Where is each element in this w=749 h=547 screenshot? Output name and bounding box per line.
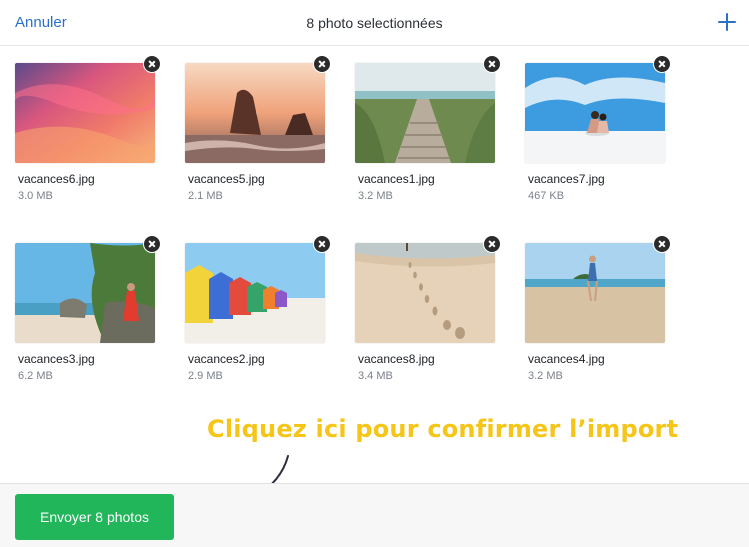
photo-filename: vacances2.jpg [188,352,265,366]
photo-tile: vacances3.jpg 6.2 MB [15,235,165,393]
photo-filename: vacances6.jpg [18,172,95,186]
photo-filename: vacances7.jpg [528,172,605,186]
photo-thumbnail[interactable] [525,243,665,343]
photo-thumbnail[interactable] [185,243,325,343]
photo-filesize: 6.2 MB [18,370,53,382]
photo-tile: vacances4.jpg 3.2 MB [525,235,675,393]
remove-photo-button[interactable] [483,55,501,73]
footer-bar: Envoyer 8 photos [0,483,749,547]
photo-tile: vacances5.jpg 2.1 MB [185,55,335,213]
photo-filesize: 2.1 MB [188,190,223,202]
photo-filename: vacances4.jpg [528,352,605,366]
remove-photo-button[interactable] [313,55,331,73]
photo-filesize: 467 KB [528,190,565,202]
photo-tile: vacances8.jpg 3.4 MB [355,235,505,393]
remove-photo-button[interactable] [653,235,671,253]
top-bar: Annuler 8 photo selectionnées [0,0,749,46]
photo-thumbnail[interactable] [15,63,155,163]
photo-filename: vacances3.jpg [18,352,95,366]
photo-thumbnail[interactable] [15,243,155,343]
remove-photo-button[interactable] [483,235,501,253]
photo-filesize: 3.2 MB [358,190,393,202]
send-photos-button[interactable]: Envoyer 8 photos [15,494,174,540]
photo-filesize: 3.2 MB [528,370,563,382]
photo-filename: vacances5.jpg [188,172,265,186]
photo-filesize: 3.4 MB [358,370,393,382]
photo-tile: vacances1.jpg 3.2 MB [355,55,505,213]
photo-filesize: 3.0 MB [18,190,53,202]
remove-photo-button[interactable] [313,235,331,253]
remove-photo-button[interactable] [143,55,161,73]
photo-filename: vacances1.jpg [358,172,435,186]
photo-thumbnail[interactable] [525,63,665,163]
photo-filesize: 2.9 MB [188,370,223,382]
callout-text: Cliquez ici pour confirmer l’import [207,415,679,443]
photo-tile: vacances6.jpg 3.0 MB [15,55,165,213]
remove-photo-button[interactable] [653,55,671,73]
page-title: 8 photo selectionnées [306,15,443,31]
photo-thumbnail[interactable] [355,63,495,163]
photo-tile: vacances2.jpg 2.9 MB [185,235,335,393]
remove-photo-button[interactable] [143,235,161,253]
photo-tile: vacances7.jpg 467 KB [525,55,675,213]
photo-filename: vacances8.jpg [358,352,435,366]
plus-icon[interactable] [716,11,738,33]
photo-thumbnail[interactable] [355,243,495,343]
photo-thumbnail[interactable] [185,63,325,163]
